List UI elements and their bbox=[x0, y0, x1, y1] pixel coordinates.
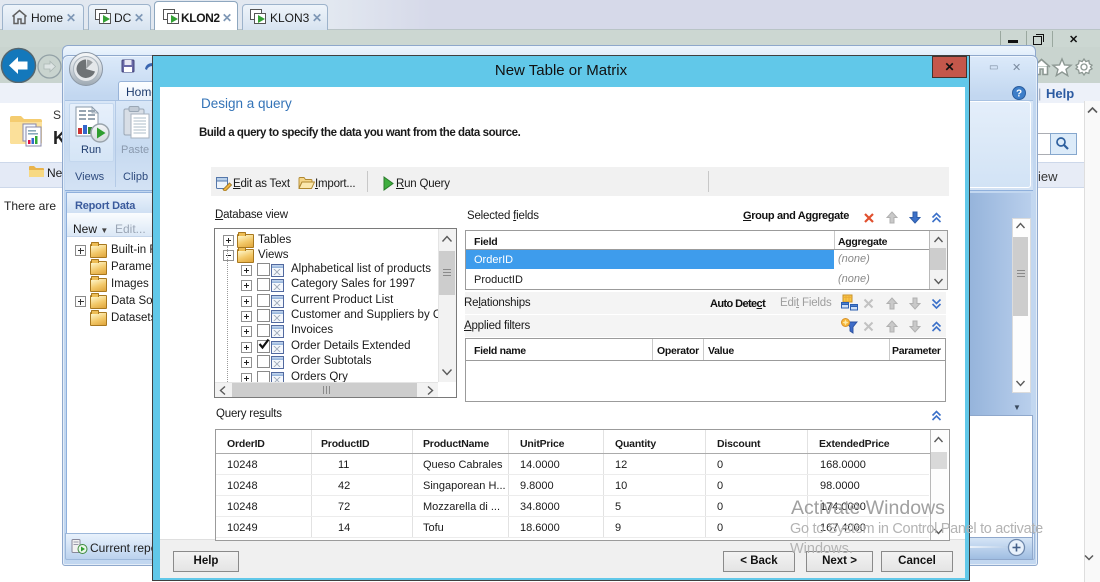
svg-text:?: ? bbox=[1016, 89, 1022, 100]
